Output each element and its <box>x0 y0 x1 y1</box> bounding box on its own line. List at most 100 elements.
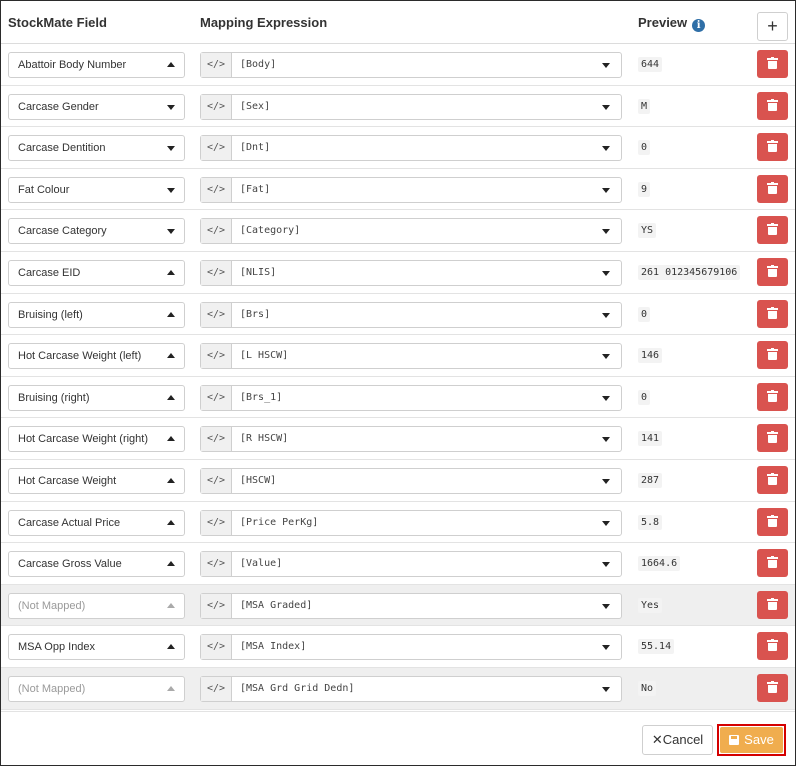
stockmate-field-select[interactable]: Carcase Category <box>8 218 185 245</box>
delete-row-button[interactable] <box>757 174 788 203</box>
delete-row-button[interactable] <box>757 299 788 328</box>
mapping-expression-select[interactable]: </> [Body] <box>200 52 622 78</box>
stockmate-field-value: Abattoir Body Number <box>18 59 127 71</box>
stockmate-field-value: Hot Carcase Weight <box>18 474 117 487</box>
mapping-expression-value: [Dnt] <box>240 142 271 154</box>
delete-row-button[interactable] <box>757 673 788 702</box>
mapping-expression-select[interactable]: </> [Sex] <box>200 93 622 120</box>
save-button[interactable]: Save <box>720 727 783 753</box>
mapping-expression-select[interactable]: </> [HSCW] <box>200 467 622 494</box>
cancel-button[interactable]: ✕Cancel <box>642 725 713 755</box>
stockmate-field-select[interactable]: Abattoir Body Number <box>8 52 185 78</box>
code-icon[interactable]: </> <box>201 676 232 701</box>
stockmate-field-select[interactable]: Hot Carcase Weight (right) <box>8 426 185 453</box>
mapping-row: Hot Carcase Weight </> [HSCW] 287 <box>1 459 795 502</box>
delete-row-button[interactable] <box>757 341 788 370</box>
info-icon[interactable]: i <box>692 19 706 32</box>
mapping-expression-value: [MSA Graded] <box>240 599 313 611</box>
code-icon[interactable]: </> <box>201 219 232 244</box>
caret-up-icon <box>167 519 175 525</box>
mapping-row: Hot Carcase Weight (left) </> [L HSCW] 146 <box>1 335 795 377</box>
mapping-expression-select[interactable]: </> [MSA Index] <box>200 634 622 661</box>
caret-down-icon <box>602 229 610 235</box>
code-icon[interactable]: </> <box>201 177 232 202</box>
add-mapping-button[interactable]: + <box>757 12 788 41</box>
code-icon[interactable]: </> <box>201 593 232 618</box>
code-icon[interactable]: </> <box>201 510 232 535</box>
delete-row-button[interactable] <box>757 91 788 120</box>
code-icon[interactable]: </> <box>201 94 232 119</box>
stockmate-field-select[interactable]: Fat Colour <box>8 176 185 203</box>
caret-up-icon <box>167 394 175 400</box>
mapping-expression-select[interactable]: </> [Brs_1] <box>200 384 622 411</box>
delete-row-button[interactable] <box>757 382 788 411</box>
stockmate-field-value: Carcase Gender <box>18 100 99 113</box>
stockmate-field-select[interactable]: Carcase EID <box>8 259 185 286</box>
stockmate-field-select[interactable]: MSA Opp Index <box>8 634 185 661</box>
delete-row-button[interactable] <box>757 216 788 245</box>
caret-up-icon <box>167 353 175 359</box>
mapping-expression-select[interactable]: </> [Dnt] <box>200 135 622 162</box>
stockmate-field-select[interactable]: (Not Mapped) <box>8 592 185 619</box>
code-icon[interactable]: </> <box>201 260 232 285</box>
delete-row-button[interactable] <box>757 549 788 578</box>
code-icon[interactable]: </> <box>201 136 232 161</box>
stockmate-field-select[interactable]: Carcase Actual Price <box>8 509 185 536</box>
mapping-expression-select[interactable]: </> [L HSCW] <box>200 343 622 370</box>
code-icon[interactable]: </> <box>201 385 232 410</box>
code-icon[interactable]: </> <box>201 344 232 369</box>
preview-value: 644 <box>638 57 663 72</box>
delete-row-button[interactable] <box>757 590 788 619</box>
stockmate-field-select[interactable]: Hot Carcase Weight (left) <box>8 343 185 370</box>
mapping-expression-select[interactable]: </> [MSA Graded] <box>200 592 622 619</box>
mapping-expression-value: [Brs_1] <box>240 391 283 403</box>
stockmate-field-select[interactable]: Carcase Gross Value <box>8 551 185 578</box>
mapping-expression-select[interactable]: </> [NLIS] <box>200 259 622 286</box>
code-icon[interactable]: </> <box>201 53 232 77</box>
delete-row-button[interactable] <box>757 257 788 286</box>
mapping-row: Carcase Gender </> [Sex] M <box>1 85 795 128</box>
stockmate-field-select[interactable]: Bruising (right) <box>8 384 185 411</box>
stockmate-field-select[interactable]: Bruising (left) <box>8 301 185 328</box>
caret-up-icon <box>167 477 175 483</box>
trash-icon <box>767 140 778 153</box>
delete-row-button[interactable] <box>757 465 788 494</box>
caret-down-icon <box>602 562 610 568</box>
mapping-expression-select[interactable]: </> [Category] <box>200 218 622 245</box>
stockmate-field-select[interactable]: Hot Carcase Weight <box>8 467 185 494</box>
mapping-expression-select[interactable]: </> [Value] <box>200 551 622 578</box>
preview-value: 1664.6 <box>638 556 681 572</box>
mapping-row: Carcase EID </> [NLIS] 261 012345679106 <box>1 251 795 294</box>
mapping-expression-select[interactable]: </> [Brs] <box>200 301 622 328</box>
code-icon[interactable]: </> <box>201 552 232 577</box>
delete-row-button[interactable] <box>757 507 788 536</box>
delete-row-button[interactable] <box>757 424 788 453</box>
caret-up-icon <box>167 436 175 442</box>
mapping-expression-select[interactable]: </> [Price PerKg] <box>200 509 622 536</box>
caret-up-icon <box>167 602 175 608</box>
stockmate-field-value: Carcase Dentition <box>18 142 106 155</box>
code-icon[interactable]: </> <box>201 635 232 660</box>
mapping-expression-select[interactable]: </> [MSA Grd Grid Dedn] <box>200 675 622 702</box>
caret-down-icon <box>602 395 610 401</box>
caret-down-icon <box>602 104 610 110</box>
trash-icon <box>767 514 778 527</box>
caret-down-icon <box>602 270 610 276</box>
delete-row-button[interactable] <box>757 133 788 162</box>
stockmate-field-select[interactable]: Carcase Dentition <box>8 135 185 162</box>
stockmate-field-select[interactable]: (Not Mapped) <box>8 675 185 702</box>
preview-value: 141 <box>638 431 663 447</box>
stockmate-field-select[interactable]: Carcase Gender <box>8 93 185 120</box>
mapping-expression-select[interactable]: </> [R HSCW] <box>200 426 622 453</box>
caret-down-icon <box>602 187 610 193</box>
trash-icon <box>767 223 778 236</box>
code-icon[interactable]: </> <box>201 427 232 452</box>
mapping-expression-select[interactable]: </> [Fat] <box>200 176 622 203</box>
code-icon[interactable]: </> <box>201 302 232 327</box>
delete-row-button[interactable] <box>757 632 788 661</box>
caret-down-icon <box>167 187 175 193</box>
mapping-row: Carcase Actual Price </> [Price PerKg] 5.8 <box>1 501 795 544</box>
preview-value: 0 <box>638 389 651 405</box>
delete-row-button[interactable] <box>757 50 788 78</box>
code-icon[interactable]: </> <box>201 468 232 493</box>
